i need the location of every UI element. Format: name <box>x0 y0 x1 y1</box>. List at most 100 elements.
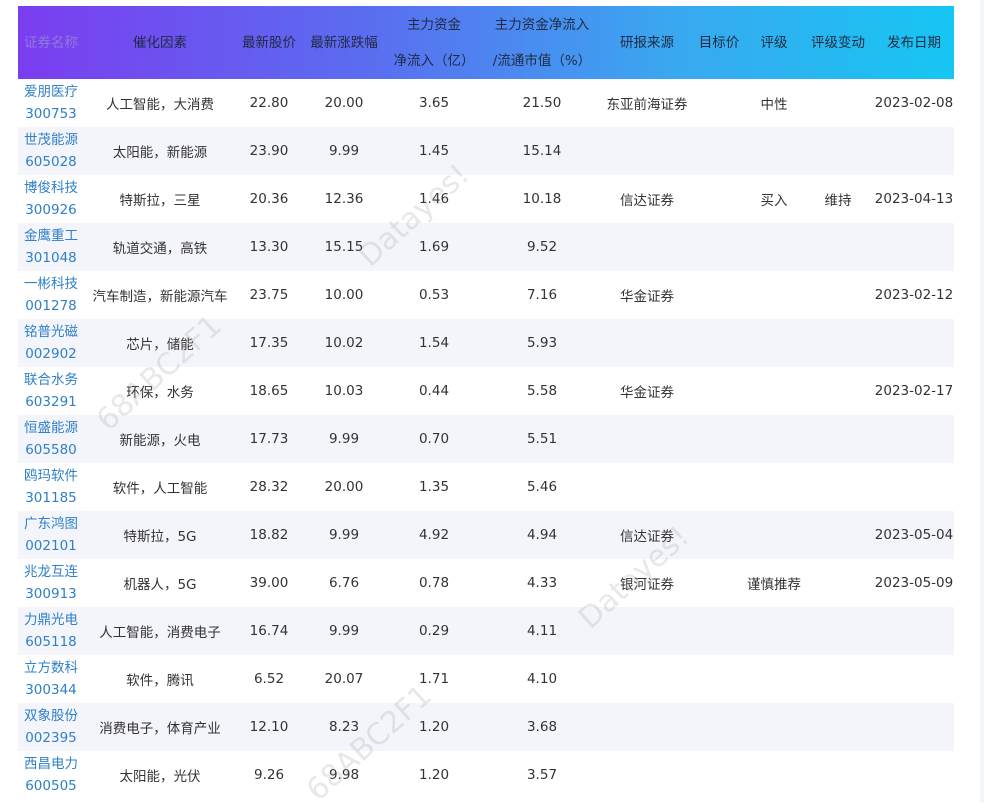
header-security-name[interactable]: 证券名称 <box>18 6 84 79</box>
security-code-link[interactable]: 001278 <box>18 295 84 317</box>
table-row[interactable]: 恒盛能源 605580 新能源，火电 17.73 9.99 0.70 5.51 <box>18 415 954 463</box>
security-name-cell[interactable]: 一彬科技 001278 <box>18 271 84 319</box>
security-code-link[interactable]: 002902 <box>18 343 84 365</box>
rating-cell <box>746 655 802 703</box>
header-report-source[interactable]: 研报来源 <box>602 6 692 79</box>
table-row[interactable]: 兆龙互连 300913 机器人，5G 39.00 6.76 0.78 4.33 银河证券 谨慎推… <box>18 559 954 607</box>
security-name-link[interactable]: 联合水务 <box>18 369 84 391</box>
security-code-link[interactable]: 300344 <box>18 679 84 701</box>
rating-change-cell <box>802 655 874 703</box>
security-code-link[interactable]: 300913 <box>18 583 84 605</box>
rating-cell <box>746 607 802 655</box>
catalyst-cell: 芯片，储能 <box>126 337 194 353</box>
security-name-link[interactable]: 世茂能源 <box>18 129 84 151</box>
security-code-link[interactable]: 605028 <box>18 151 84 173</box>
table-row[interactable]: 博俊科技 300926 特斯拉，三星 20.36 12.36 1.46 10.18 信达证券 买… <box>18 175 954 223</box>
security-code-link[interactable]: 002395 <box>18 727 84 749</box>
security-name-link[interactable]: 鸥玛软件 <box>18 465 84 487</box>
stock-table: 证券名称 催化因素 最新股价 最新涨跌幅 主力资金 净流入（亿） 主力资金净流入/流通市值（… <box>18 6 954 799</box>
security-name-link[interactable]: 立方数科 <box>18 657 84 679</box>
security-name-cell[interactable]: 广东鸿图 002101 <box>18 511 84 559</box>
price-cell: 17.35 <box>249 335 289 351</box>
security-code-link[interactable]: 300753 <box>18 103 84 125</box>
security-name-link[interactable]: 一彬科技 <box>18 273 84 295</box>
security-name-cell[interactable]: 恒盛能源 605580 <box>18 415 84 463</box>
security-name-link[interactable]: 兆龙互连 <box>18 561 84 583</box>
rating-change-cell <box>802 367 874 415</box>
target-price-cell <box>692 79 746 127</box>
security-name-cell[interactable]: 立方数科 300344 <box>18 655 84 703</box>
security-name-link[interactable]: 博俊科技 <box>18 177 84 199</box>
security-name-cell[interactable]: 双象股份 002395 <box>18 703 84 751</box>
security-name-link[interactable]: 铭普光磁 <box>18 321 84 343</box>
table-row[interactable]: 西昌电力 600505 太阳能，光伏 9.26 9.98 1.20 3.57 <box>18 751 954 799</box>
security-name-link[interactable]: 力鼎光电 <box>18 609 84 631</box>
security-name-link[interactable]: 西昌电力 <box>18 753 84 775</box>
change-cell: 20.00 <box>324 479 364 495</box>
source-cell <box>602 655 692 703</box>
table-row[interactable]: 联合水务 603291 环保，水务 18.65 10.03 0.44 5.58 华金证券 202… <box>18 367 954 415</box>
table-row[interactable]: 金鹰重工 301048 轨道交通，高铁 13.30 15.15 1.69 9.52 <box>18 223 954 271</box>
security-code-link[interactable]: 301185 <box>18 487 84 509</box>
rating-change-cell <box>802 511 874 559</box>
security-name-cell[interactable]: 铭普光磁 002902 <box>18 319 84 367</box>
security-name-cell[interactable]: 鸥玛软件 301185 <box>18 463 84 511</box>
source-cell: 银河证券 <box>620 577 674 593</box>
security-name-cell[interactable]: 世茂能源 605028 <box>18 127 84 175</box>
header-label: 评级变动 <box>811 34 865 51</box>
table-row[interactable]: 一彬科技 001278 汽车制造，新能源汽车 23.75 10.00 0.53 7.16 华金… <box>18 271 954 319</box>
security-code-link[interactable]: 603291 <box>18 391 84 413</box>
catalyst-cell: 太阳能，新能源 <box>112 145 208 161</box>
security-name-cell[interactable]: 兆龙互连 300913 <box>18 559 84 607</box>
header-latest-price[interactable]: 最新股价 <box>236 6 302 79</box>
security-name-link[interactable]: 广东鸿图 <box>18 513 84 535</box>
rating-cell: 谨慎推荐 <box>747 577 801 593</box>
security-name-link[interactable]: 恒盛能源 <box>18 417 84 439</box>
inflow-cell: 1.69 <box>418 239 450 255</box>
table-row[interactable]: 鸥玛软件 301185 软件，人工智能 28.32 20.00 1.35 5.46 <box>18 463 954 511</box>
table-row[interactable]: 立方数科 300344 软件，腾讯 6.52 20.07 1.71 4.10 <box>18 655 954 703</box>
change-cell: 9.99 <box>328 623 360 639</box>
catalyst-cell: 消费电子，体育产业 <box>99 721 221 737</box>
security-name-cell[interactable]: 爱朋医疗 300753 <box>18 79 84 127</box>
table-row[interactable]: 世茂能源 605028 太阳能，新能源 23.90 9.99 1.45 15.14 <box>18 127 954 175</box>
table-row[interactable]: 力鼎光电 605118 人工智能，消费电子 16.74 9.99 0.29 4.11 <box>18 607 954 655</box>
source-cell: 信达证券 <box>620 193 674 209</box>
security-name-link[interactable]: 双象股份 <box>18 705 84 727</box>
change-cell: 9.99 <box>328 143 360 159</box>
header-latest-change[interactable]: 最新涨跌幅 <box>302 6 386 79</box>
table-row[interactable]: 双象股份 002395 消费电子，体育产业 12.10 8.23 1.20 3.68 <box>18 703 954 751</box>
security-name-link[interactable]: 金鹰重工 <box>18 225 84 247</box>
header-label: 主力资金 <box>407 16 461 33</box>
header-publish-date[interactable]: 发布日期 <box>874 6 954 79</box>
security-name-cell[interactable]: 金鹰重工 301048 <box>18 223 84 271</box>
header-catalyst[interactable]: 催化因素 <box>84 6 236 79</box>
security-code-link[interactable]: 300926 <box>18 199 84 221</box>
catalyst-cell: 新能源，火电 <box>119 433 201 449</box>
header-rating[interactable]: 评级 <box>746 6 802 79</box>
table-row[interactable]: 爱朋医疗 300753 人工智能，大消费 22.80 20.00 3.65 21.50 东亚前… <box>18 79 954 127</box>
header-rating-change[interactable]: 评级变动 <box>802 6 874 79</box>
target-price-cell <box>692 607 746 655</box>
header-main-inflow[interactable]: 主力资金 净流入（亿） <box>386 6 482 79</box>
header-inflow-ratio[interactable]: 主力资金净流入/流通市值（%） <box>482 6 602 79</box>
table-body: 爱朋医疗 300753 人工智能，大消费 22.80 20.00 3.65 21.50 东亚前… <box>18 79 954 799</box>
security-name-cell[interactable]: 西昌电力 600505 <box>18 751 84 799</box>
table-row[interactable]: 广东鸿图 002101 特斯拉，5G 18.82 9.99 4.92 4.94 信达证券 202… <box>18 511 954 559</box>
security-code-link[interactable]: 605118 <box>18 631 84 653</box>
security-name-link[interactable]: 爱朋医疗 <box>18 81 84 103</box>
security-code-link[interactable]: 605580 <box>18 439 84 461</box>
security-name-cell[interactable]: 博俊科技 300926 <box>18 175 84 223</box>
target-price-cell <box>692 223 746 271</box>
security-name-cell[interactable]: 力鼎光电 605118 <box>18 607 84 655</box>
source-cell: 华金证券 <box>620 385 674 401</box>
header-target-price[interactable]: 目标价 <box>692 6 746 79</box>
table-row[interactable]: 铭普光磁 002902 芯片，储能 17.35 10.02 1.54 5.93 <box>18 319 954 367</box>
date-cell: 2023-05-04 <box>874 527 954 543</box>
change-cell: 12.36 <box>324 191 364 207</box>
security-code-link[interactable]: 600505 <box>18 775 84 797</box>
security-code-link[interactable]: 301048 <box>18 247 84 269</box>
security-name-cell[interactable]: 联合水务 603291 <box>18 367 84 415</box>
catalyst-cell: 太阳能，光伏 <box>119 769 201 785</box>
security-code-link[interactable]: 002101 <box>18 535 84 557</box>
